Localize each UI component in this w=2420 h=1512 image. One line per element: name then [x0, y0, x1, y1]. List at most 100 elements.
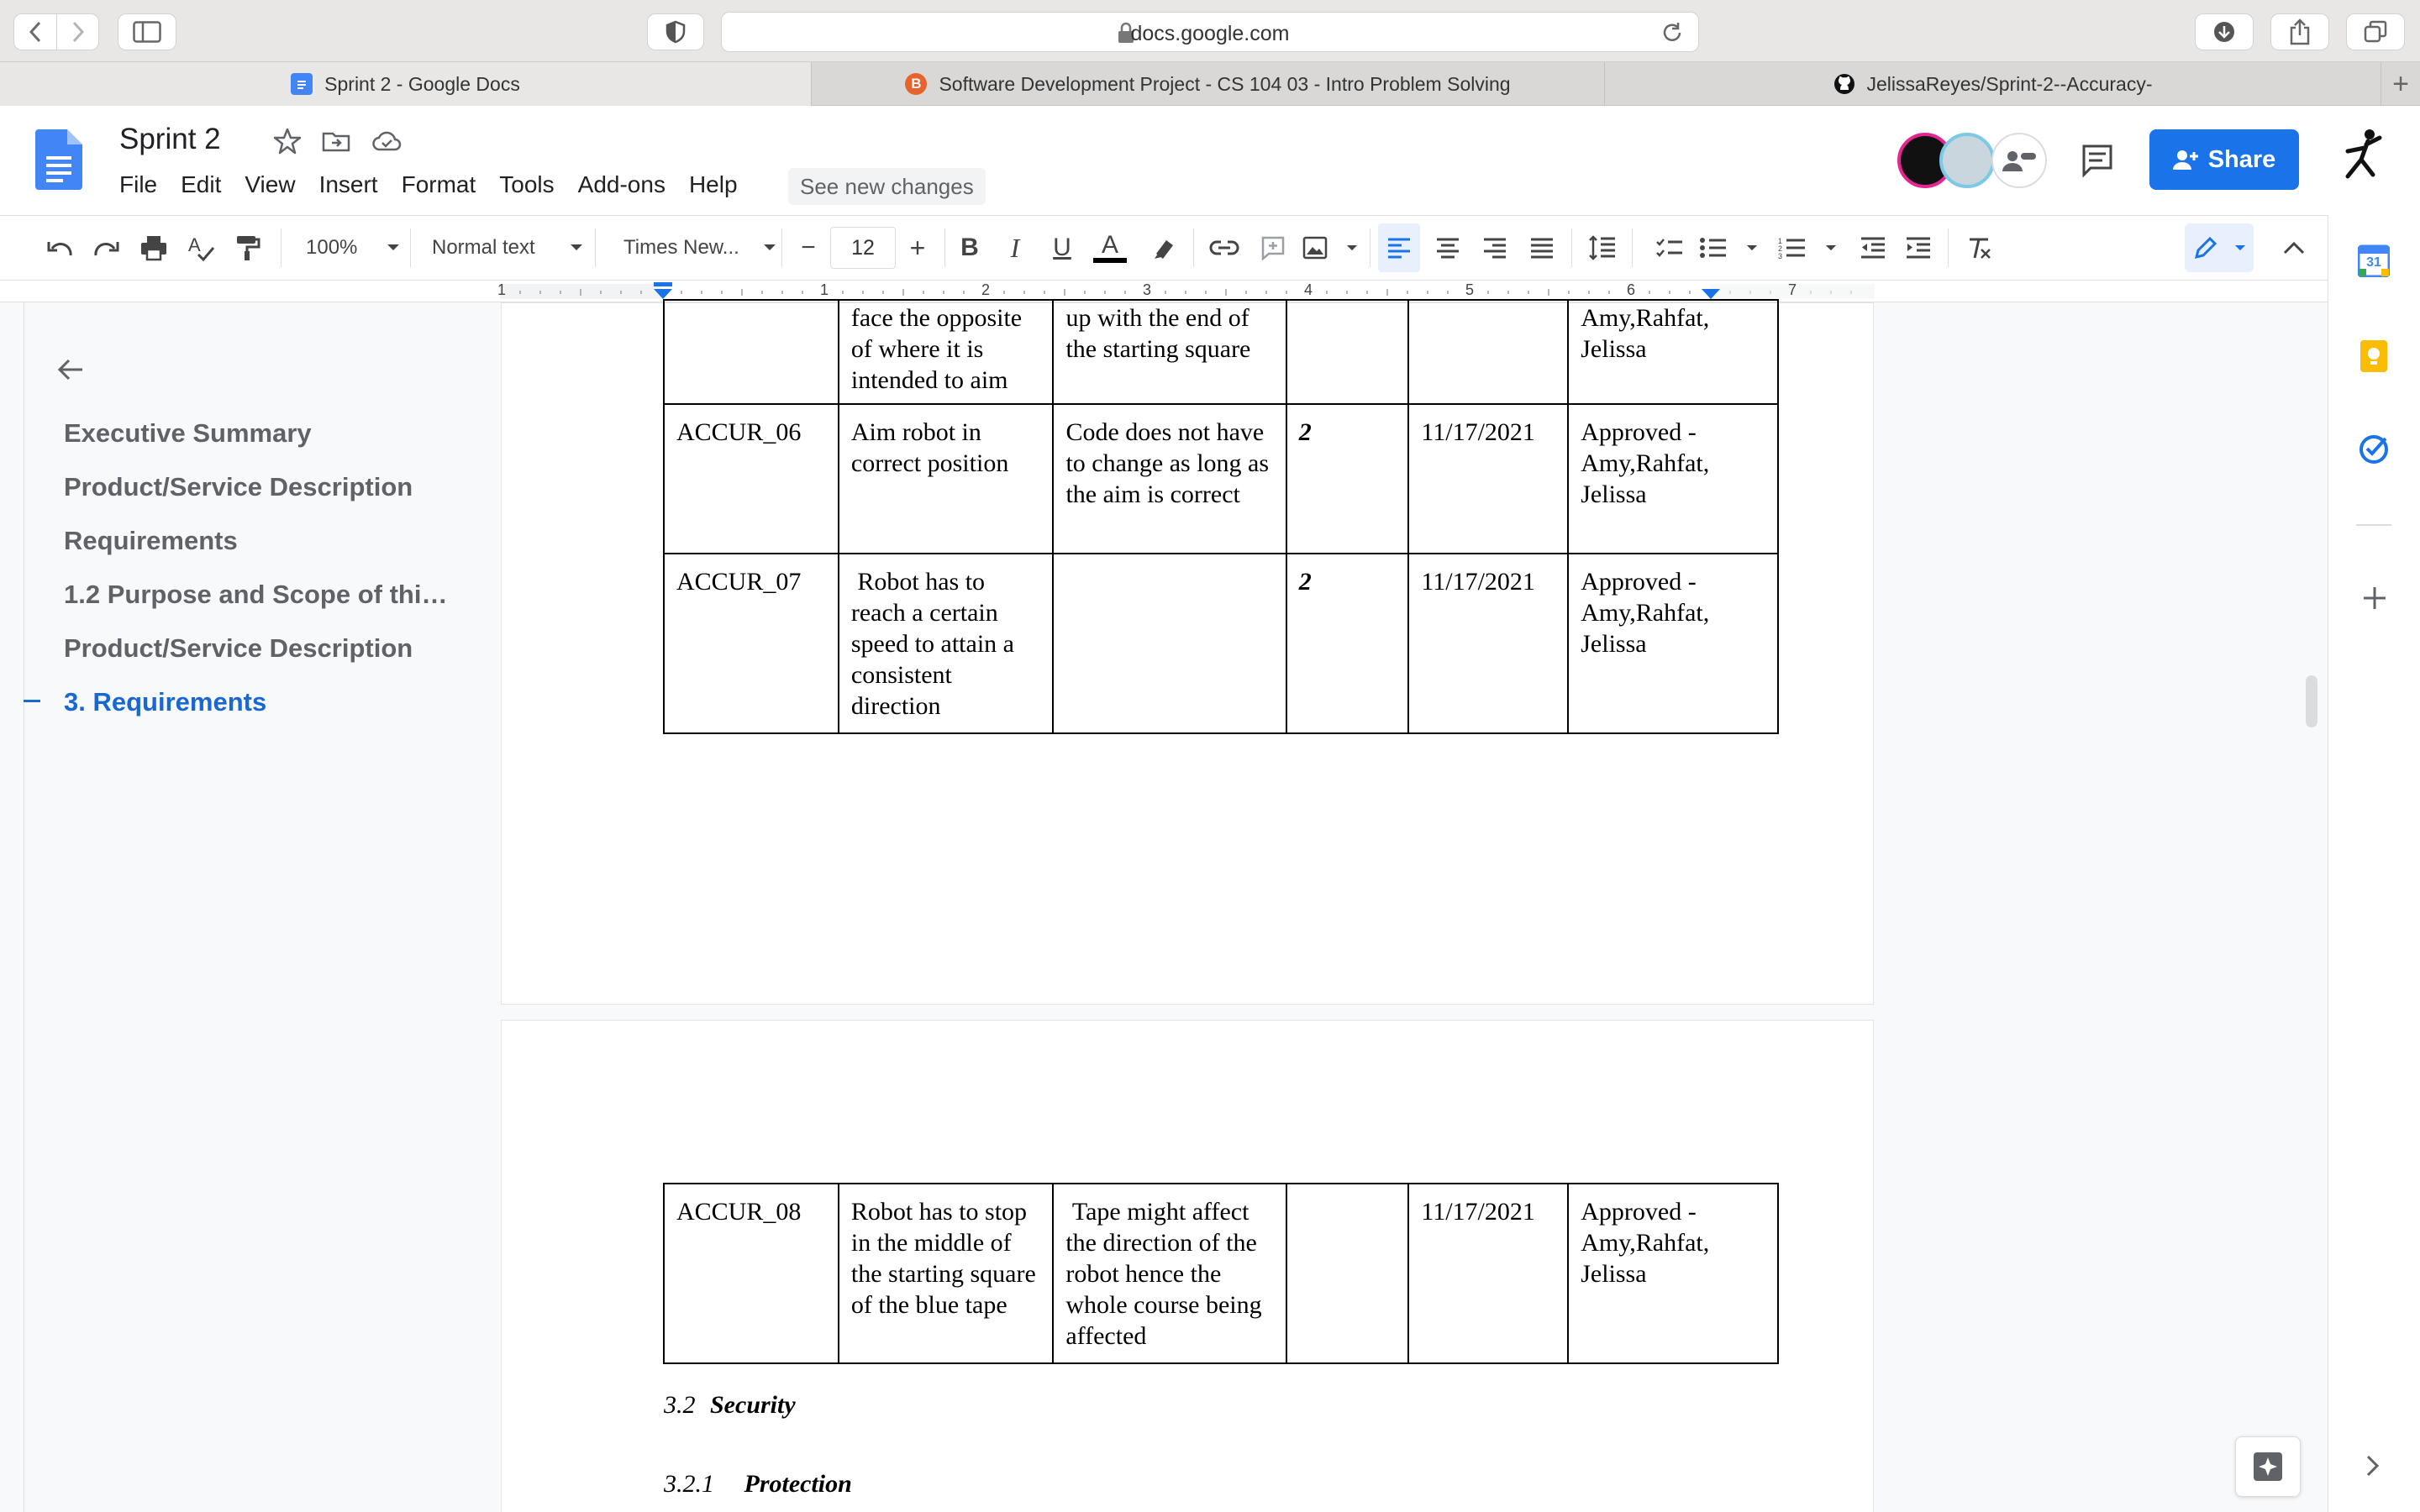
insert-link-icon[interactable] — [1205, 223, 1244, 272]
tab-sprint-2[interactable]: Sprint 2 - Google Docs — [0, 62, 812, 106]
justify-icon[interactable] — [1523, 223, 1561, 272]
table-cell[interactable] — [1407, 299, 1570, 405]
paint-format-icon[interactable] — [229, 223, 267, 272]
outline-item-active[interactable]: 3. Requirements — [64, 687, 266, 717]
align-left-icon[interactable] — [1378, 223, 1420, 272]
back-arrow-icon[interactable] — [54, 353, 87, 386]
collapse-menus-icon[interactable] — [2277, 223, 2311, 272]
section-heading-security[interactable]: 3.2 Security — [664, 1391, 796, 1420]
calendar-icon[interactable]: 31 — [2357, 244, 2391, 278]
downloads-icon[interactable] — [2195, 13, 2254, 50]
see-new-changes-button[interactable]: See new changes — [788, 168, 986, 205]
add-comment-icon[interactable] — [1254, 223, 1292, 272]
table-cell[interactable]: ACCUR_07 — [663, 553, 839, 734]
checklist-icon[interactable] — [1650, 223, 1689, 272]
google-docs-logo-icon[interactable] — [35, 129, 82, 190]
menu-format[interactable]: Format — [402, 171, 476, 198]
spellcheck-icon[interactable]: A — [182, 223, 220, 272]
sidebar-toggle-icon[interactable] — [118, 13, 176, 50]
table-cell[interactable]: 11/17/2021 — [1407, 553, 1570, 734]
scrollbar-thumb[interactable] — [2306, 675, 2317, 727]
menu-help[interactable]: Help — [689, 171, 738, 198]
table-cell[interactable] — [663, 299, 839, 405]
menu-add-ons[interactable]: Add-ons — [578, 171, 666, 198]
menu-view[interactable]: View — [245, 171, 295, 198]
cloud-saved-icon[interactable] — [371, 126, 402, 156]
outline-item[interactable]: 1.2 Purpose and Scope of thi… — [64, 580, 447, 610]
outline-item[interactable]: Requirements — [64, 526, 238, 556]
increase-font-size-button[interactable]: + — [899, 223, 936, 272]
align-right-icon[interactable] — [1476, 223, 1514, 272]
decrease-font-size-button[interactable]: − — [790, 223, 827, 272]
text-color-icon[interactable]: A — [1091, 223, 1129, 272]
redo-icon[interactable] — [87, 223, 126, 272]
reload-icon[interactable] — [1661, 21, 1683, 45]
section-heading-protection[interactable]: 3.2.1 Protection — [664, 1470, 852, 1499]
zoom-select[interactable]: 100% — [292, 223, 400, 272]
tab-github-repo[interactable]: JelissaReyes/Sprint-2--Accuracy- — [1605, 62, 2381, 106]
paragraph-style-select[interactable]: Normal text — [418, 223, 583, 272]
table-cell[interactable]: Code does not have to change as long as … — [1052, 403, 1287, 554]
table-cell[interactable]: Approved - Amy,Rahfat, Jelissa — [1567, 553, 1779, 734]
editing-mode-select[interactable] — [2185, 223, 2254, 272]
table-cell[interactable] — [1052, 553, 1287, 734]
keep-icon[interactable] — [2360, 339, 2388, 373]
back-icon[interactable] — [14, 14, 56, 50]
table-cell[interactable]: Aim robot in correct position — [837, 403, 1055, 554]
view-all-collaborators-icon[interactable] — [1991, 133, 2047, 188]
forward-icon[interactable] — [56, 14, 98, 50]
table-cell[interactable]: 11/17/2021 — [1407, 1183, 1570, 1364]
italic-icon[interactable]: I — [998, 223, 1032, 272]
privacy-shield-icon[interactable] — [647, 13, 704, 50]
comment-history-icon[interactable] — [2079, 141, 2116, 178]
clear-formatting-icon[interactable] — [1960, 223, 1998, 272]
collaborator-avatar[interactable] — [1939, 133, 1995, 188]
table-cell[interactable]: face the opposite of where it is intende… — [837, 299, 1055, 405]
table-cell[interactable]: Tape might affect the direction of the r… — [1052, 1183, 1287, 1364]
decrease-indent-icon[interactable] — [1854, 223, 1892, 272]
bold-icon[interactable]: B — [953, 223, 986, 272]
table-cell[interactable] — [1285, 299, 1410, 405]
chevron-right-icon[interactable] — [2365, 1453, 2381, 1478]
explore-button[interactable] — [2235, 1436, 2301, 1497]
address-bar[interactable]: docs.google.com — [721, 12, 1699, 52]
menu-tools[interactable]: Tools — [499, 171, 554, 198]
tasks-icon[interactable] — [2358, 433, 2390, 465]
share-button[interactable]: Share — [2149, 129, 2299, 190]
font-family-select[interactable]: Times New... — [603, 223, 776, 272]
print-icon[interactable] — [134, 223, 173, 272]
move-folder-icon[interactable] — [321, 126, 351, 156]
bulleted-list-icon[interactable] — [1699, 223, 1758, 272]
undo-icon[interactable] — [40, 223, 79, 272]
table-cell[interactable]: up with the end of the starting square — [1052, 299, 1287, 405]
menu-insert[interactable]: Insert — [319, 171, 378, 198]
table-cell[interactable] — [1285, 1183, 1410, 1364]
menu-file[interactable]: File — [119, 171, 157, 198]
table-cell[interactable]: Amy,Rahfat, Jelissa — [1567, 299, 1779, 405]
table-cell[interactable]: ACCUR_08 — [663, 1183, 839, 1364]
document-title[interactable]: Sprint 2 — [119, 123, 221, 156]
line-spacing-icon[interactable] — [1583, 223, 1622, 272]
star-icon[interactable] — [272, 126, 302, 156]
tab-software-dev-project[interactable]: B Software Development Project - CS 104 … — [812, 62, 1605, 106]
tab-overview-icon[interactable] — [2346, 13, 2405, 50]
increase-indent-icon[interactable] — [1899, 223, 1938, 272]
outline-item[interactable]: Executive Summary — [64, 418, 312, 449]
table-cell[interactable]: 2 — [1285, 403, 1410, 554]
table-cell[interactable]: 2 — [1285, 553, 1410, 734]
account-avatar[interactable] — [2336, 126, 2386, 185]
font-size-input[interactable]: 12 — [830, 227, 896, 269]
table-cell[interactable]: ACCUR_06 — [663, 403, 839, 554]
align-center-icon[interactable] — [1428, 223, 1467, 272]
insert-image-icon[interactable] — [1302, 223, 1358, 272]
menu-edit[interactable]: Edit — [181, 171, 221, 198]
outline-item[interactable]: Product/Service Description — [64, 472, 413, 502]
table-cell[interactable]: Robot has to stop in the middle of the s… — [837, 1183, 1055, 1364]
underline-icon[interactable]: U — [1045, 223, 1079, 272]
numbered-list-icon[interactable]: 123 — [1778, 223, 1837, 272]
table-cell[interactable]: 11/17/2021 — [1407, 403, 1570, 554]
table-cell[interactable]: Robot has to reach a certain speed to at… — [837, 553, 1055, 734]
left-indent-marker-icon[interactable] — [652, 282, 674, 301]
new-tab-icon[interactable]: + — [2381, 62, 2420, 106]
get-add-ons-plus-icon[interactable] — [2361, 585, 2388, 612]
